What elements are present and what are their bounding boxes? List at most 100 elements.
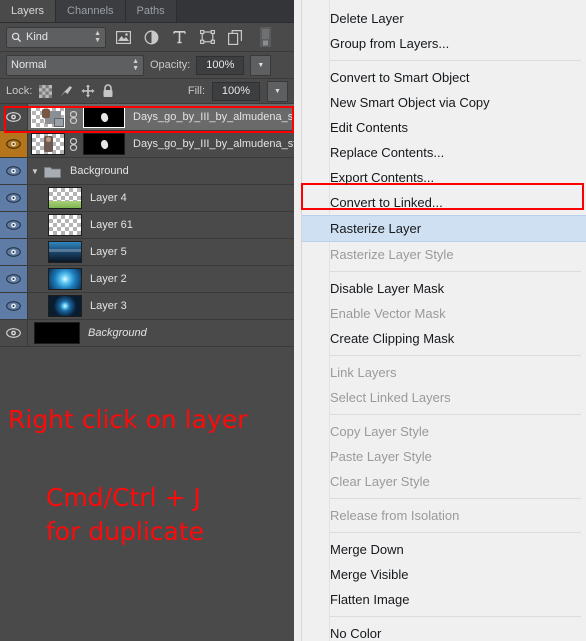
layer-name[interactable]: Days_go_by_III_by_almudena_stock	[133, 111, 294, 123]
tab-paths[interactable]: Paths	[125, 0, 177, 22]
layer-name[interactable]: Days_go_by_III_by_almudena_stock c	[133, 138, 294, 150]
filter-toggle-icon[interactable]	[254, 27, 276, 47]
menu-item-rasterize-layer[interactable]: Rasterize Layer	[302, 215, 586, 242]
menu-item-flatten-image[interactable]: Flatten Image	[302, 587, 586, 612]
layer-visibility-toggle[interactable]	[0, 158, 28, 184]
photoshop-screenshot: Layers Channels Paths Kind ▲ ▼ Normal ▲ …	[0, 0, 586, 641]
lock-label: Lock:	[6, 85, 33, 97]
menu-item-convert-to-linked[interactable]: Convert to Linked...	[302, 190, 586, 215]
menu-item-new-smart-object-via-copy[interactable]: New Smart Object via Copy	[302, 90, 586, 115]
menu-separator	[330, 498, 581, 499]
lock-transparency-icon[interactable]	[39, 84, 53, 98]
layer-name[interactable]: Layer 2	[90, 273, 127, 285]
blend-mode-select[interactable]: Normal ▲ ▼	[6, 54, 144, 76]
layer-name[interactable]: Layer 3	[90, 300, 127, 312]
menu-item-enable-vector-mask: Enable Vector Mask	[330, 306, 446, 321]
tab-channels-label: Channels	[67, 5, 114, 17]
layer-name[interactable]: Background	[88, 327, 147, 339]
tab-layers-label: Layers	[11, 5, 45, 17]
layer-thumbnail[interactable]	[48, 214, 82, 236]
chevron-updown-icon: ▲ ▼	[132, 58, 139, 72]
layers-panel: Layers Channels Paths Kind ▲ ▼ Normal ▲ …	[0, 0, 294, 641]
layer-mask-thumbnail[interactable]	[83, 133, 125, 155]
layer-thumbnail[interactable]	[48, 268, 82, 290]
lock-image-icon[interactable]	[59, 85, 74, 98]
layer-name[interactable]: Layer 61	[90, 219, 133, 231]
tab-channels[interactable]: Channels	[56, 0, 126, 22]
layer-group-name[interactable]: Background	[70, 165, 129, 177]
layer-row-background[interactable]: Background	[0, 320, 294, 347]
lock-row: Lock: Fill: 100% ▼	[0, 79, 294, 104]
tab-paths-label: Paths	[136, 5, 165, 17]
layer-thumbnail[interactable]	[48, 241, 82, 263]
panel-menu-gutter	[294, 0, 301, 641]
opacity-input[interactable]: 100%	[196, 55, 245, 75]
annotation-duplicate: for duplicate	[46, 517, 205, 546]
layer-thumbnail[interactable]	[48, 295, 82, 317]
lock-position-icon[interactable]	[81, 84, 95, 98]
menu-item-rasterize-layer-style: Rasterize Layer Style	[330, 247, 454, 262]
layer-mask-thumbnail[interactable]	[83, 106, 125, 128]
lock-all-icon[interactable]	[102, 84, 114, 98]
layer-visibility-toggle[interactable]	[0, 239, 28, 265]
layer-visibility-toggle[interactable]	[0, 185, 28, 211]
menu-separator	[330, 271, 581, 272]
shape-filter-icon[interactable]	[196, 27, 218, 47]
menu-item-disable-layer-mask[interactable]: Disable Layer Mask	[302, 276, 586, 301]
tab-layers[interactable]: Layers	[0, 0, 57, 22]
mask-link-icon[interactable]	[67, 110, 80, 124]
layer-thumbnail[interactable]	[31, 133, 65, 155]
filter-kind-select[interactable]: Kind ▲ ▼	[6, 26, 106, 48]
menu-item-delete-layer[interactable]: Delete Layer	[302, 6, 586, 31]
blend-opacity-row: Normal ▲ ▼ Opacity: 100% ▼	[0, 52, 294, 79]
layer-row-layer-4[interactable]: Layer 4	[0, 185, 294, 212]
layer-visibility-toggle[interactable]	[0, 320, 28, 346]
layer-visibility-toggle[interactable]	[0, 131, 28, 157]
annotation-right-click: Right click on layer	[8, 405, 248, 434]
menu-separator	[330, 616, 581, 617]
layer-row-layer-2[interactable]: Layer 2	[0, 266, 294, 293]
fill-input[interactable]: 100%	[212, 81, 260, 101]
layer-thumbnail[interactable]	[31, 106, 65, 128]
filter-kind-label: Kind	[26, 31, 49, 43]
menu-item-copy-layer-style: Copy Layer Style	[330, 424, 429, 439]
menu-item-merge-visible[interactable]: Merge Visible	[302, 562, 586, 587]
layer-name[interactable]: Layer 5	[90, 246, 127, 258]
layer-name[interactable]: Layer 4	[90, 192, 127, 204]
layer-row-layer-61[interactable]: Layer 61	[0, 212, 294, 239]
magnifier-icon	[11, 32, 22, 43]
layer-visibility-toggle[interactable]	[0, 104, 28, 130]
menu-item-export-contents[interactable]: Export Contents...	[302, 165, 586, 190]
layer-visibility-toggle[interactable]	[0, 212, 28, 238]
menu-separator	[330, 532, 581, 533]
menu-item-group-from-layers[interactable]: Group from Layers...	[302, 31, 586, 56]
layer-row-smart-object-2[interactable]: Days_go_by_III_by_almudena_stock c	[0, 131, 294, 158]
layer-visibility-toggle[interactable]	[0, 266, 28, 292]
folder-icon	[42, 165, 62, 178]
opacity-dropdown-icon[interactable]: ▼	[250, 54, 272, 76]
menu-item-clear-layer-style: Clear Layer Style	[330, 474, 430, 489]
layer-thumbnail[interactable]	[48, 187, 82, 209]
menu-item-replace-contents[interactable]: Replace Contents...	[302, 140, 586, 165]
layer-thumbnail[interactable]	[34, 322, 80, 344]
layer-row-layer-3[interactable]: Layer 3	[0, 293, 294, 320]
mask-link-icon[interactable]	[67, 137, 80, 151]
group-expand-triangle-icon[interactable]: ▼	[28, 167, 42, 176]
layer-filter-row: Kind ▲ ▼	[0, 23, 294, 52]
menu-item-create-clipping-mask[interactable]: Create Clipping Mask	[302, 326, 586, 351]
menu-item-edit-contents[interactable]: Edit Contents	[302, 115, 586, 140]
blend-mode-value: Normal	[11, 59, 47, 71]
layer-group-row-background[interactable]: ▼ Background	[0, 158, 294, 185]
image-filter-icon[interactable]	[112, 27, 134, 47]
fill-dropdown-icon[interactable]: ▼	[267, 80, 288, 102]
menu-item-merge-down[interactable]: Merge Down	[302, 537, 586, 562]
smart-object-filter-icon[interactable]	[224, 27, 246, 47]
menu-item-no-color[interactable]: No Color	[302, 621, 586, 641]
menu-item-convert-to-smart-object[interactable]: Convert to Smart Object	[302, 65, 586, 90]
adjustment-filter-icon[interactable]	[140, 27, 162, 47]
layer-row-layer-5[interactable]: Layer 5	[0, 239, 294, 266]
type-filter-icon[interactable]	[168, 27, 190, 47]
opacity-label: Opacity:	[150, 59, 191, 71]
layer-visibility-toggle[interactable]	[0, 293, 28, 319]
layer-row-smart-object-1[interactable]: Days_go_by_III_by_almudena_stock	[0, 104, 294, 131]
